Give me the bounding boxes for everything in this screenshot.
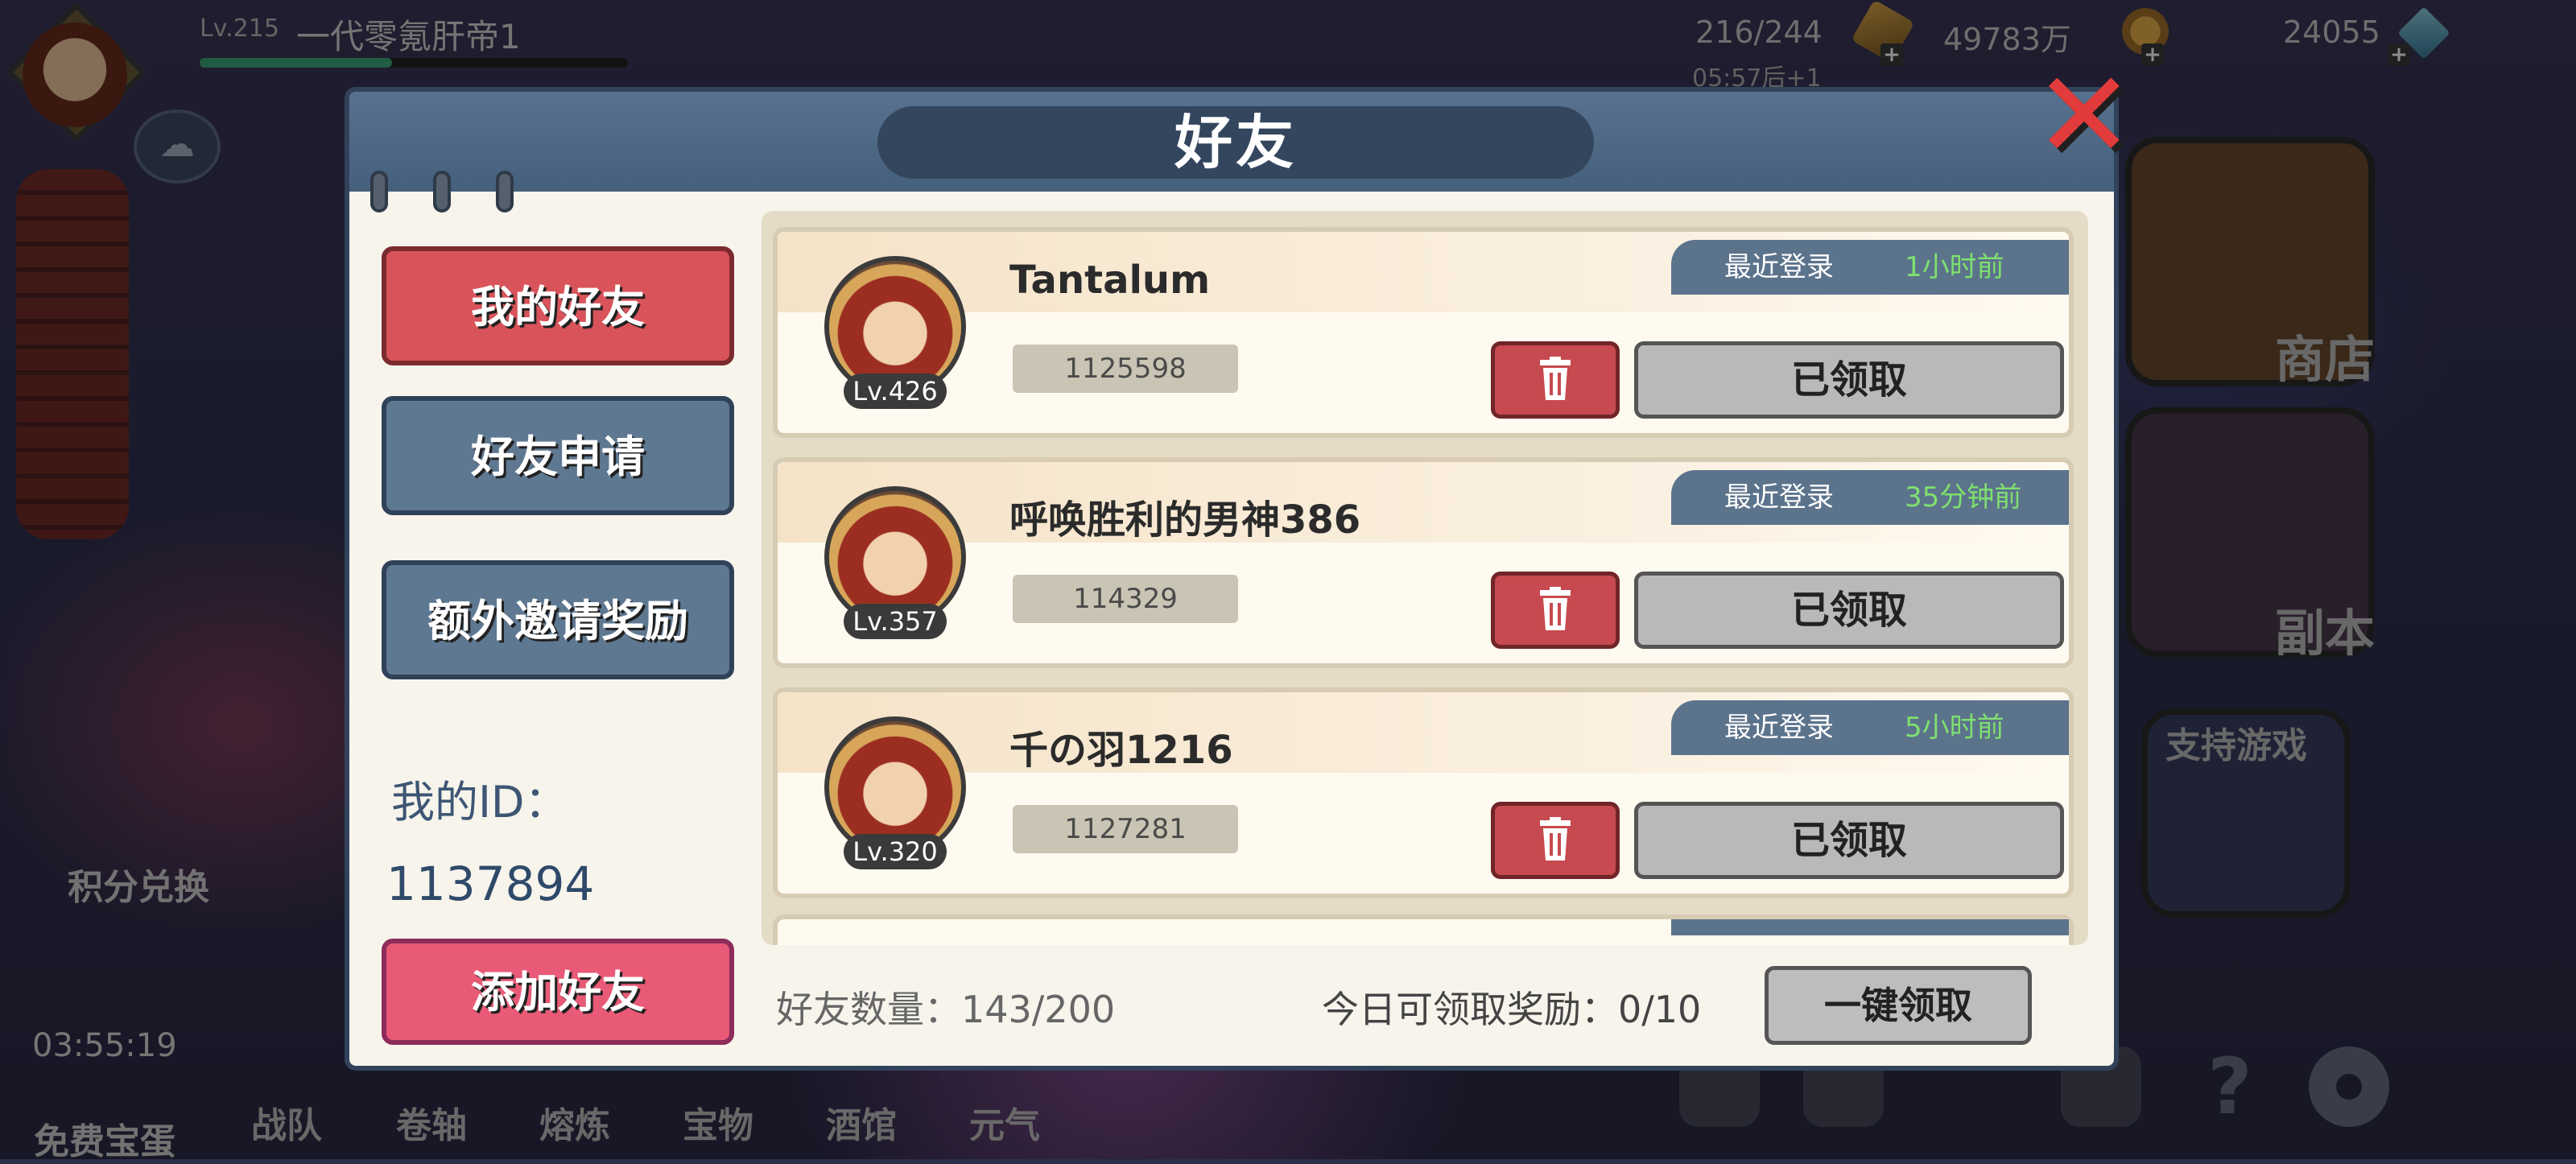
last-login-time: 1小时前 [1905, 251, 2004, 283]
last-login-badge: 最近登录 1小时前 [1671, 240, 2069, 295]
last-login-label: 最近登录 [1724, 712, 1834, 744]
last-login-badge: 最近登录 5小时前 [1671, 700, 2069, 755]
list-item: Lv.357 呼唤胜利的男神386 114329 最近登录 35分钟前 已领取 [773, 457, 2074, 668]
delete-friend-button[interactable] [1491, 802, 1620, 879]
friend-level: Lv.320 [844, 834, 947, 869]
list-item: Lv.320 千の羽1216 1127281 最近登录 5小时前 已领取 [773, 687, 2074, 898]
friend-count: 好友数量：143/200 [776, 988, 1116, 1031]
close-icon[interactable]: ✕ [2033, 56, 2135, 176]
friend-name: Tantalum [1009, 258, 1211, 303]
dialog-header: 好友 [349, 92, 2114, 192]
last-login-time: 35分钟前 [1905, 481, 2022, 514]
delete-friend-button[interactable] [1491, 572, 1620, 649]
tab-friend-requests[interactable]: 好友申请 [382, 396, 734, 515]
trash-icon [1540, 357, 1571, 400]
friend-id: 1127281 [1013, 805, 1238, 853]
binder-ring-icon [496, 171, 514, 213]
friend-name: 千の羽1216 [1009, 728, 1233, 773]
today-rewards: 今日可领取奖励：0/10 [1322, 988, 1702, 1031]
friend-list[interactable]: Lv.426 Tantalum 1125598 最近登录 1小时前 已领取 Lv… [762, 211, 2088, 945]
friend-id: 114329 [1013, 575, 1238, 623]
friend-name: 呼唤胜利的男神386 [1009, 497, 1361, 543]
claimed-button[interactable]: 已领取 [1634, 802, 2064, 879]
dialog-title: 好友 [877, 106, 1594, 179]
last-login-time: 5小时前 [1905, 712, 2004, 744]
claim-all-button[interactable]: 一键领取 [1765, 966, 2032, 1045]
friend-level: Lv.426 [844, 374, 947, 409]
binder-ring-icon [433, 171, 451, 213]
friend-id: 1125598 [1013, 345, 1238, 393]
binder-ring-icon [370, 171, 388, 213]
trash-icon [1540, 817, 1571, 861]
add-friend-button[interactable]: 添加好友 [382, 939, 734, 1045]
tab-my-friends[interactable]: 我的好友 [382, 246, 734, 365]
trash-icon [1540, 587, 1571, 630]
list-item-partial [773, 914, 2074, 945]
friend-level: Lv.357 [844, 604, 947, 639]
claimed-button[interactable]: 已领取 [1634, 341, 2064, 419]
tab-invite-rewards[interactable]: 额外邀请奖励 [382, 560, 734, 679]
claimed-button[interactable]: 已领取 [1634, 572, 2064, 649]
last-login-label: 最近登录 [1724, 481, 1834, 514]
last-login-badge [1671, 919, 2069, 935]
my-id-value: 1137894 [386, 856, 595, 911]
last-login-badge: 最近登录 35分钟前 [1671, 470, 2069, 525]
my-id-label: 我的ID： [391, 777, 568, 828]
delete-friend-button[interactable] [1491, 341, 1620, 419]
last-login-label: 最近登录 [1724, 251, 1834, 283]
list-item: Lv.426 Tantalum 1125598 最近登录 1小时前 已领取 [773, 227, 2074, 438]
